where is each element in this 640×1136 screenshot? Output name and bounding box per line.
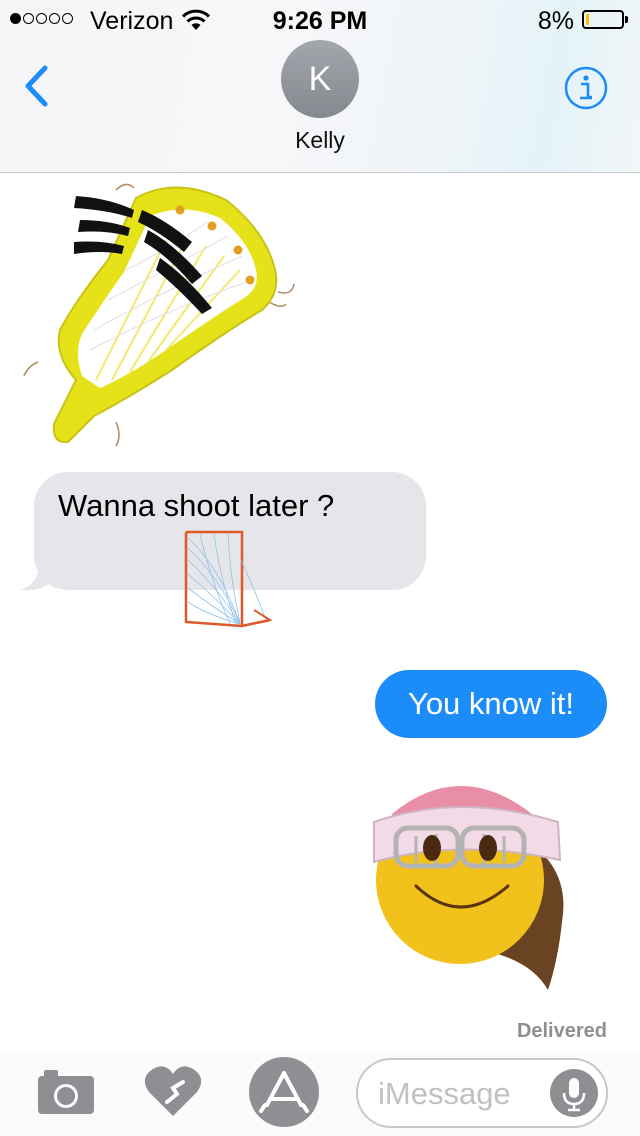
battery-icon — [582, 10, 628, 29]
app-store-icon — [259, 1071, 309, 1113]
camera-icon — [38, 1070, 94, 1114]
microphone-icon — [562, 1078, 586, 1112]
info-icon — [564, 66, 608, 110]
lacrosse-goal-sticker[interactable] — [180, 528, 276, 638]
info-button[interactable] — [563, 65, 609, 111]
message-input-field[interactable] — [356, 1058, 608, 1128]
imessage-input[interactable] — [378, 1072, 538, 1116]
back-button[interactable] — [18, 64, 58, 108]
battery-level-fill — [586, 14, 589, 25]
navigation-header: Verizon 9:26 PM 8% K Kelly — [0, 0, 640, 173]
heart-icon — [144, 1066, 202, 1116]
microphone-button[interactable] — [550, 1069, 598, 1117]
chevron-left-icon — [25, 65, 48, 107]
lacrosse-stick-sticker[interactable] — [16, 180, 296, 455]
contact-name[interactable]: Kelly — [0, 127, 640, 154]
smiley-goggles-sticker[interactable] — [362, 752, 574, 990]
battery-percent: 8% — [537, 7, 574, 35]
incoming-message-text: Wanna shoot later ? — [58, 488, 335, 523]
status-bar: Verizon 9:26 PM 8% — [0, 0, 640, 40]
contact-avatar[interactable]: K — [281, 40, 359, 118]
outgoing-message-bubble[interactable]: You know it! — [375, 670, 607, 738]
camera-button[interactable] — [36, 1066, 96, 1116]
digital-touch-button[interactable] — [143, 1064, 203, 1118]
delivery-status: Delivered — [516, 1020, 607, 1042]
app-store-button[interactable] — [249, 1057, 319, 1127]
